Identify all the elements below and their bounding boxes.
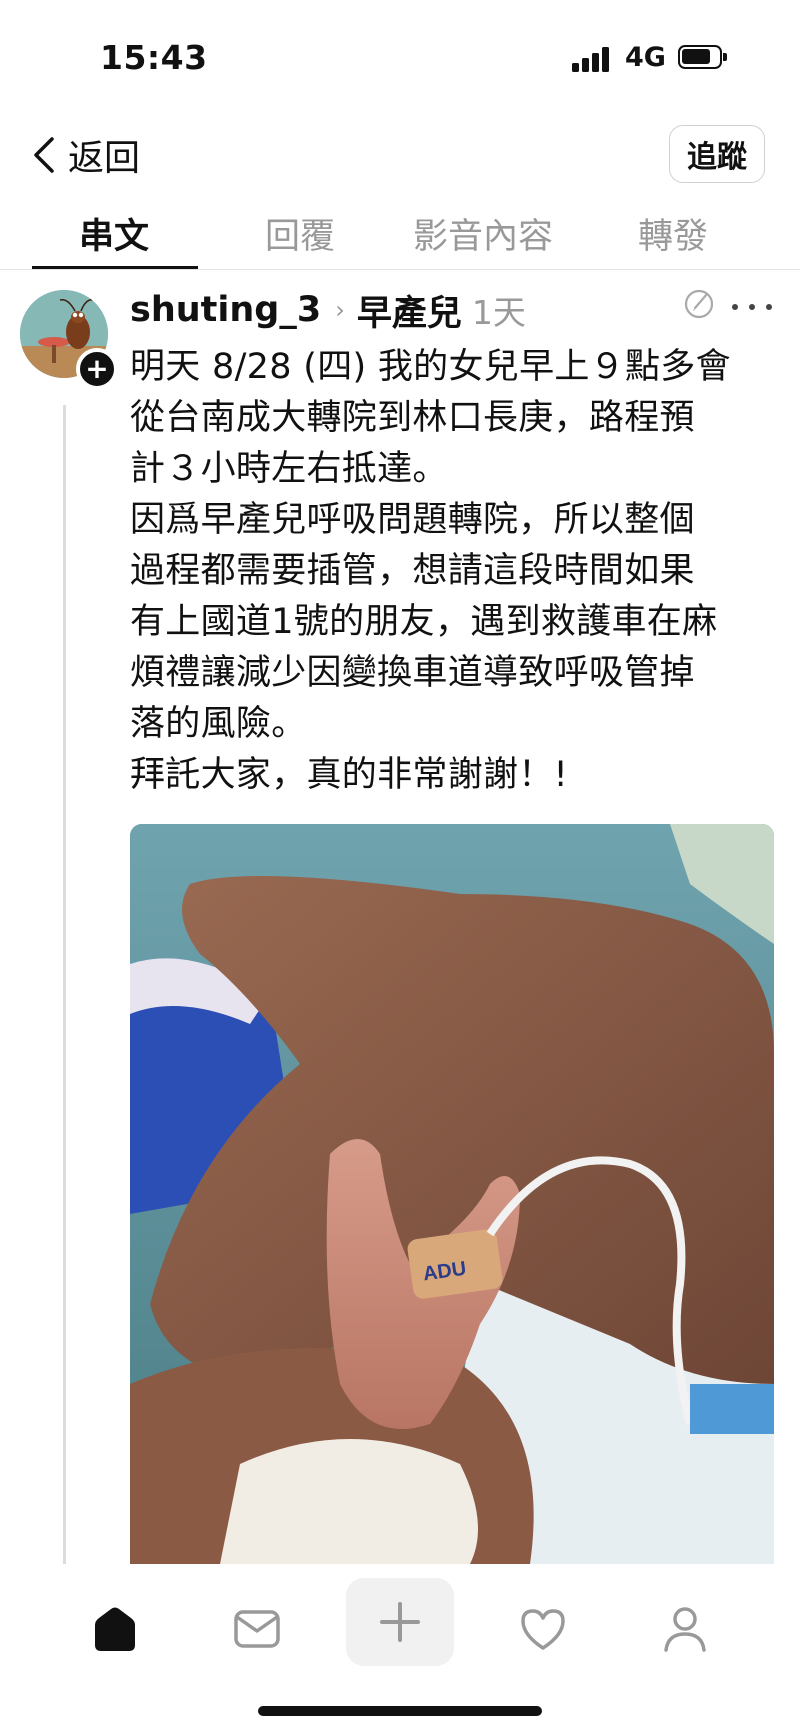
profile-tabs: 串文 回覆 影音內容 轉發 [0, 200, 800, 270]
thread-line [63, 405, 66, 1565]
follow-button[interactable]: 追蹤 [669, 125, 765, 183]
post-line: 因爲早產兒呼吸問題轉院，所以整個 [130, 500, 695, 540]
status-bar: 15:43 4G [0, 0, 800, 110]
post-line: 煩禮讓減少因變換車道導致呼吸管掉 [130, 653, 695, 693]
post-line: 明天 8/28 (四) 我的女兒早上９點多會 [130, 347, 731, 387]
post-body: 明天 8/28 (四) 我的女兒早上９點多會 從台南成大轉院到林口長庚，路程預 … [130, 342, 780, 801]
post-line: 有上國道1號的朋友，遇到救護車在麻 [130, 602, 718, 642]
battery-icon [678, 45, 727, 69]
tab-threads[interactable]: 串文 [79, 208, 149, 259]
back-label: 返回 [68, 138, 141, 179]
plus-icon [380, 1602, 420, 1642]
signal-icon [572, 46, 612, 72]
post-line: 落的風險。 [130, 704, 307, 744]
tab-reposts[interactable]: 轉發 [638, 208, 708, 259]
profile-icon[interactable] [650, 1594, 720, 1664]
back-button[interactable]: 返回 [30, 130, 140, 180]
home-icon[interactable] [80, 1594, 150, 1664]
create-post-button[interactable] [346, 1578, 454, 1666]
edit-icon[interactable] [682, 287, 716, 321]
follow-plus-button[interactable]: + [76, 348, 118, 390]
topic-tag[interactable]: 早產兒 [357, 285, 462, 336]
inbox-icon[interactable] [222, 1594, 292, 1664]
chevron-left-icon [30, 135, 56, 175]
nav-header: 返回 追蹤 [0, 110, 800, 200]
post-line: 拜託大家，真的非常謝謝！! [130, 755, 568, 795]
more-icon[interactable] [732, 292, 772, 322]
post-line: 過程都需要插管，想請這段時間如果 [130, 551, 695, 591]
chevron-right-icon: › [335, 296, 345, 324]
timestamp: 1天 [471, 293, 526, 332]
bottom-nav [0, 1564, 800, 1734]
tab-media[interactable]: 影音內容 [413, 208, 553, 259]
heart-icon[interactable] [508, 1594, 578, 1664]
home-indicator [258, 1706, 542, 1716]
network-type: 4G [625, 42, 666, 73]
tab-active-indicator [32, 266, 198, 269]
post-header: shuting_3 › 早產兒 1天 [130, 285, 526, 335]
status-time: 15:43 [100, 38, 208, 77]
post-line: 計３小時左右抵達。 [130, 449, 448, 489]
post-photo[interactable]: ADU [130, 824, 774, 1564]
post-line: 從台南成大轉院到林口長庚，路程預 [130, 398, 695, 438]
tab-replies[interactable]: 回覆 [265, 208, 335, 259]
username[interactable]: shuting_3 [130, 290, 321, 330]
